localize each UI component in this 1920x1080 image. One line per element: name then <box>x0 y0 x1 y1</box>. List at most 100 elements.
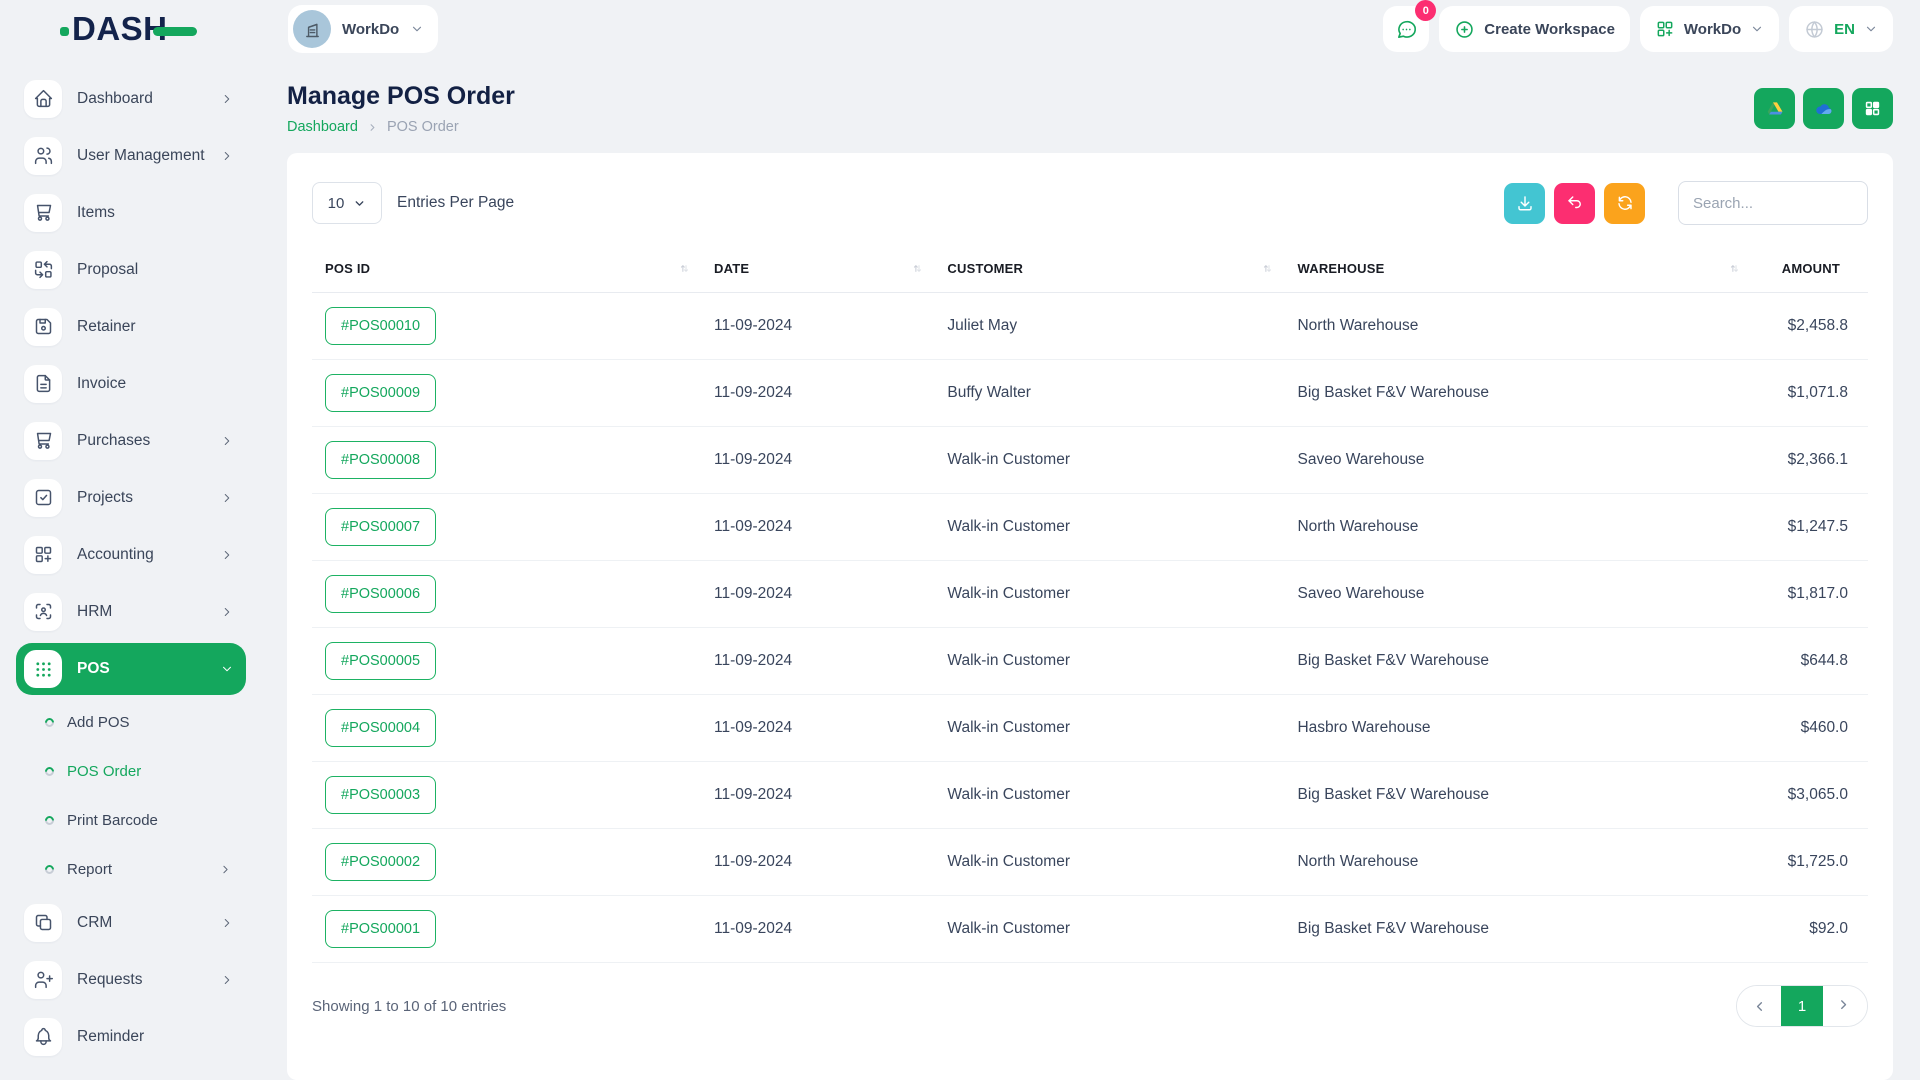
chevron-right-icon <box>220 605 234 619</box>
google-drive-icon <box>1765 99 1785 119</box>
pagination-prev-button[interactable] <box>1737 986 1781 1026</box>
column-header-date[interactable]: DATE <box>701 253 934 293</box>
cell-date: 11-09-2024 <box>701 561 934 628</box>
cell-date: 11-09-2024 <box>701 293 934 360</box>
sidebar-subitem-print-barcode[interactable]: Print Barcode <box>16 796 246 845</box>
sidebar-item-purchases[interactable]: Purchases <box>16 412 246 469</box>
chevron-right-icon <box>220 973 234 987</box>
sidebar-item-pos[interactable]: POS <box>16 643 246 695</box>
table-row: #POS0000711-09-2024Walk-in CustomerNorth… <box>312 494 1868 561</box>
sidebar-item-proposal[interactable]: Proposal <box>16 241 246 298</box>
pos-order-table: POS IDDATECUSTOMERWAREHOUSEAMOUNT #POS00… <box>312 253 1868 963</box>
sort-icon[interactable] <box>909 261 924 276</box>
logo-bar <box>153 27 197 36</box>
sidebar-item-retainer[interactable]: Retainer <box>16 298 246 355</box>
breadcrumb-dashboard-link[interactable]: Dashboard <box>287 119 358 135</box>
column-header-pos-id[interactable]: POS ID <box>312 253 701 293</box>
sidebar-subitem-pos-order[interactable]: POS Order <box>16 747 246 796</box>
sidebar-subitem-label: POS Order <box>67 763 141 780</box>
cell-warehouse: Big Basket F&V Warehouse <box>1284 360 1751 427</box>
user-plus-icon <box>33 969 54 990</box>
floppy-icon <box>33 316 54 337</box>
pos-id-badge[interactable]: #POS00008 <box>325 441 436 479</box>
chevron-down-icon <box>353 197 366 210</box>
table-header: POS IDDATECUSTOMERWAREHOUSEAMOUNT <box>312 253 1868 293</box>
logo-wrap: DASH <box>0 10 260 48</box>
file-invoice-icon <box>24 365 62 403</box>
google-drive-button[interactable] <box>1754 88 1795 129</box>
pos-id-badge[interactable]: #POS00004 <box>325 709 436 747</box>
workspace-selector[interactable]: WorkDo <box>288 5 438 53</box>
table-row: #POS0000611-09-2024Walk-in CustomerSaveo… <box>312 561 1868 628</box>
sidebar-item-label: User Management <box>77 147 205 165</box>
column-header-warehouse[interactable]: WAREHOUSE <box>1284 253 1751 293</box>
sidebar-item-user-management[interactable]: User Management <box>16 127 246 184</box>
pos-id-badge[interactable]: #POS00005 <box>325 642 436 680</box>
cell-date: 11-09-2024 <box>701 628 934 695</box>
pagination-next-button[interactable] <box>1823 986 1867 1026</box>
sidebar-item-items[interactable]: Items <box>16 184 246 241</box>
sidebar-item-accounting[interactable]: Accounting <box>16 526 246 583</box>
search-input[interactable] <box>1678 181 1868 225</box>
sidebar-item-label: POS <box>77 660 110 678</box>
chevron-right-icon <box>220 92 234 106</box>
cell-amount: $92.0 <box>1751 896 1868 963</box>
chevron-right-icon <box>220 491 234 505</box>
sidebar-subitem-report[interactable]: Report <box>16 845 246 894</box>
column-label: CUSTOMER <box>947 261 1023 276</box>
cell-amount: $3,065.0 <box>1751 762 1868 829</box>
sidebar-item-projects[interactable]: Projects <box>16 469 246 526</box>
pagination-page-1[interactable]: 1 <box>1781 986 1823 1026</box>
sidebar-item-invoice[interactable]: Invoice <box>16 355 246 412</box>
sort-icon[interactable] <box>676 261 691 276</box>
sidebar-item-crm[interactable]: CRM <box>16 894 246 951</box>
pos-id-badge[interactable]: #POS00007 <box>325 508 436 546</box>
grid-dots-icon <box>24 650 62 688</box>
cell-amount: $644.8 <box>1751 628 1868 695</box>
cart-icon <box>24 194 62 232</box>
export-download-button[interactable] <box>1504 183 1545 224</box>
cell-date: 11-09-2024 <box>701 360 934 427</box>
cell-warehouse: North Warehouse <box>1284 293 1751 360</box>
undo-arrow-icon <box>1566 194 1584 212</box>
sidebar-item-dashboard[interactable]: Dashboard <box>16 70 246 127</box>
pos-id-badge[interactable]: #POS00003 <box>325 776 436 814</box>
sidebar-item-reminder[interactable]: Reminder <box>16 1008 246 1065</box>
sidebar-item-requests[interactable]: Requests <box>16 951 246 1008</box>
pos-id-badge[interactable]: #POS00009 <box>325 374 436 412</box>
sort-icon[interactable] <box>1726 261 1741 276</box>
undo-button[interactable] <box>1554 183 1595 224</box>
chevron-right-icon <box>220 916 234 930</box>
table-row: #POS0000211-09-2024Walk-in CustomerNorth… <box>312 829 1868 896</box>
replace-icon <box>33 259 54 280</box>
create-workspace-button[interactable]: Create Workspace <box>1439 6 1630 52</box>
sidebar-item-hrm[interactable]: HRM <box>16 583 246 640</box>
chevron-right-icon <box>220 548 234 562</box>
entries-per-page-select[interactable]: 10 <box>312 182 382 224</box>
pos-id-badge[interactable]: #POS00006 <box>325 575 436 613</box>
refresh-button[interactable] <box>1604 183 1645 224</box>
sort-icon[interactable] <box>1259 261 1274 276</box>
sidebar-subitem-add-pos[interactable]: Add POS <box>16 698 246 747</box>
app-logo[interactable]: DASH <box>60 10 197 48</box>
cell-customer: Walk-in Customer <box>934 829 1284 896</box>
sidebar-item-label: Dashboard <box>77 90 153 108</box>
users-icon <box>33 145 54 166</box>
column-header-customer[interactable]: CUSTOMER <box>934 253 1284 293</box>
pos-id-badge[interactable]: #POS00001 <box>325 910 436 948</box>
apps-button[interactable] <box>1852 88 1893 129</box>
pos-id-badge[interactable]: #POS00010 <box>325 307 436 345</box>
cell-customer: Walk-in Customer <box>934 628 1284 695</box>
plus-circle-icon <box>1454 19 1475 40</box>
pos-id-badge[interactable]: #POS00002 <box>325 843 436 881</box>
cell-pos-id: #POS00001 <box>312 896 701 963</box>
language-button[interactable]: EN <box>1789 6 1893 52</box>
sidebar-subitem-label: Add POS <box>67 714 130 731</box>
chat-button[interactable]: 0 <box>1383 6 1429 52</box>
workspace-menu-button[interactable]: WorkDo <box>1640 6 1779 52</box>
pos-order-card: 10 Entries Per Page <box>287 153 1893 1080</box>
cell-amount: $1,071.8 <box>1751 360 1868 427</box>
cell-pos-id: #POS00006 <box>312 561 701 628</box>
bullet-icon <box>43 863 56 876</box>
onedrive-button[interactable] <box>1803 88 1844 129</box>
